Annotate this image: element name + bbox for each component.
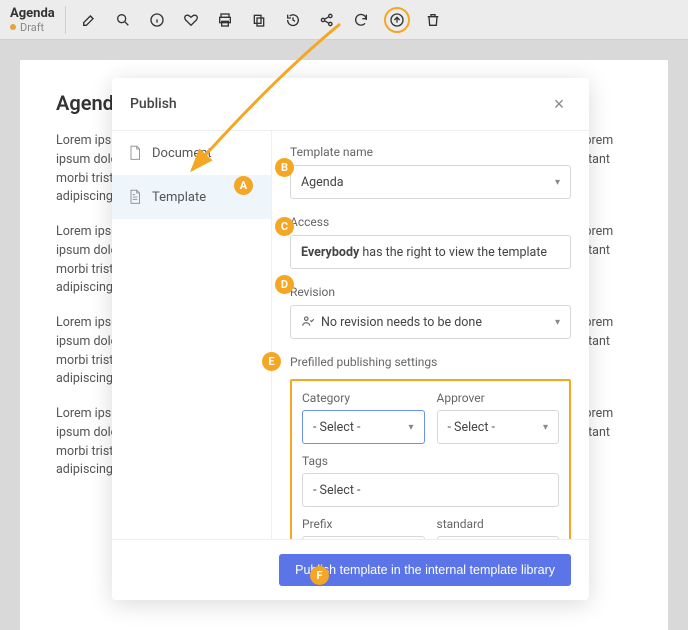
select-value: - Select - xyxy=(313,420,360,435)
share-icon xyxy=(319,12,335,28)
field-tags: Tags - Select - xyxy=(302,454,559,507)
document-icon xyxy=(128,145,142,161)
prefill-section-title: Prefilled publishing settings xyxy=(290,355,571,369)
field-label: Category xyxy=(302,391,425,405)
copy-icon xyxy=(251,12,267,28)
field-label: Prefix xyxy=(302,517,425,531)
delete-button[interactable] xyxy=(422,9,444,31)
field-prefix: Prefix - Select - ▾ xyxy=(302,517,425,539)
pencil-square-icon xyxy=(81,12,97,28)
field-revision: Revision No revision needs to be done ▾ xyxy=(290,285,571,339)
approver-select[interactable]: - Select - ▾ xyxy=(437,410,560,444)
close-icon: × xyxy=(554,94,565,114)
select-value: Everybody has the right to view the temp… xyxy=(301,245,547,260)
publish-highlight-ring xyxy=(384,7,410,33)
search-icon xyxy=(115,12,131,28)
sidebar-item-label: Template xyxy=(152,190,206,205)
info-button[interactable] xyxy=(146,9,168,31)
doc-status-label: Draft xyxy=(20,21,44,34)
annotation-badge-e: E xyxy=(262,352,281,371)
upload-icon xyxy=(389,12,405,28)
revision-select[interactable]: No revision needs to be done ▾ xyxy=(290,305,571,339)
field-standard: standard - Select - ▾ xyxy=(437,517,560,539)
sidebar-item-document[interactable]: Document xyxy=(112,131,271,175)
copy-button[interactable] xyxy=(248,9,270,31)
doc-title: Agenda xyxy=(10,6,55,21)
select-value: - Select - xyxy=(313,483,360,498)
modal-content: Template name Agenda ▾ Access Everybody … xyxy=(272,131,589,539)
edit-button[interactable] xyxy=(78,9,100,31)
user-check-icon xyxy=(301,314,315,328)
sidebar-item-label: Document xyxy=(152,146,212,161)
refresh-icon xyxy=(353,12,369,28)
trash-icon xyxy=(425,12,441,28)
field-category: Category - Select - ▾ xyxy=(302,391,425,444)
field-label: Template name xyxy=(290,145,571,159)
doc-status: Draft xyxy=(10,21,55,34)
template-icon xyxy=(128,189,142,205)
field-approver: Approver - Select - ▾ xyxy=(437,391,560,444)
prefill-settings-box: Category - Select - ▾ Approver - Select … xyxy=(290,379,571,539)
topbar: Agenda Draft xyxy=(0,0,688,40)
access-select[interactable]: Everybody has the right to view the temp… xyxy=(290,235,571,269)
status-dot-icon xyxy=(10,24,16,30)
search-button[interactable] xyxy=(112,9,134,31)
history-icon xyxy=(285,12,301,28)
select-value: - Select - xyxy=(448,420,495,435)
modal-header: Publish × xyxy=(112,78,589,131)
annotation-badge-d: D xyxy=(275,275,294,294)
field-access: Access Everybody has the right to view t… xyxy=(290,215,571,269)
chevron-down-icon: ▾ xyxy=(543,422,548,433)
annotation-badge-f: F xyxy=(310,566,329,585)
print-icon xyxy=(217,12,233,28)
annotation-badge-a: A xyxy=(234,176,253,195)
field-label: Access xyxy=(290,215,571,229)
close-button[interactable]: × xyxy=(547,92,571,116)
chevron-down-icon: ▾ xyxy=(555,317,560,328)
publish-modal: Publish × Document Template Template nam… xyxy=(112,78,589,600)
chevron-down-icon: ▾ xyxy=(555,177,560,188)
field-label: Approver xyxy=(437,391,560,405)
refresh-button[interactable] xyxy=(350,9,372,31)
category-select[interactable]: - Select - ▾ xyxy=(302,410,425,444)
print-button[interactable] xyxy=(214,9,236,31)
field-label: standard xyxy=(437,517,560,531)
share-button[interactable] xyxy=(316,9,338,31)
select-value: No revision needs to be done xyxy=(301,314,482,330)
modal-body: Document Template Template name Agenda ▾… xyxy=(112,131,589,539)
tags-select[interactable]: - Select - xyxy=(302,473,559,507)
modal-title: Publish xyxy=(130,96,177,112)
modal-footer: Publish template in the internal templat… xyxy=(112,539,589,600)
annotation-badge-c: C xyxy=(275,217,294,236)
favorite-button[interactable] xyxy=(180,9,202,31)
publish-button[interactable] xyxy=(386,9,408,31)
heart-icon xyxy=(183,12,199,28)
field-label: Tags xyxy=(302,454,559,468)
title-block: Agenda Draft xyxy=(10,6,66,34)
history-button[interactable] xyxy=(282,9,304,31)
toolbar xyxy=(78,7,444,33)
chevron-down-icon: ▾ xyxy=(408,422,413,433)
annotation-badge-b: B xyxy=(275,158,294,177)
field-label: Revision xyxy=(290,285,571,299)
select-value: Agenda xyxy=(301,175,344,190)
info-icon xyxy=(149,12,165,28)
template-name-select[interactable]: Agenda ▾ xyxy=(290,165,571,199)
field-template-name: Template name Agenda ▾ xyxy=(290,145,571,199)
